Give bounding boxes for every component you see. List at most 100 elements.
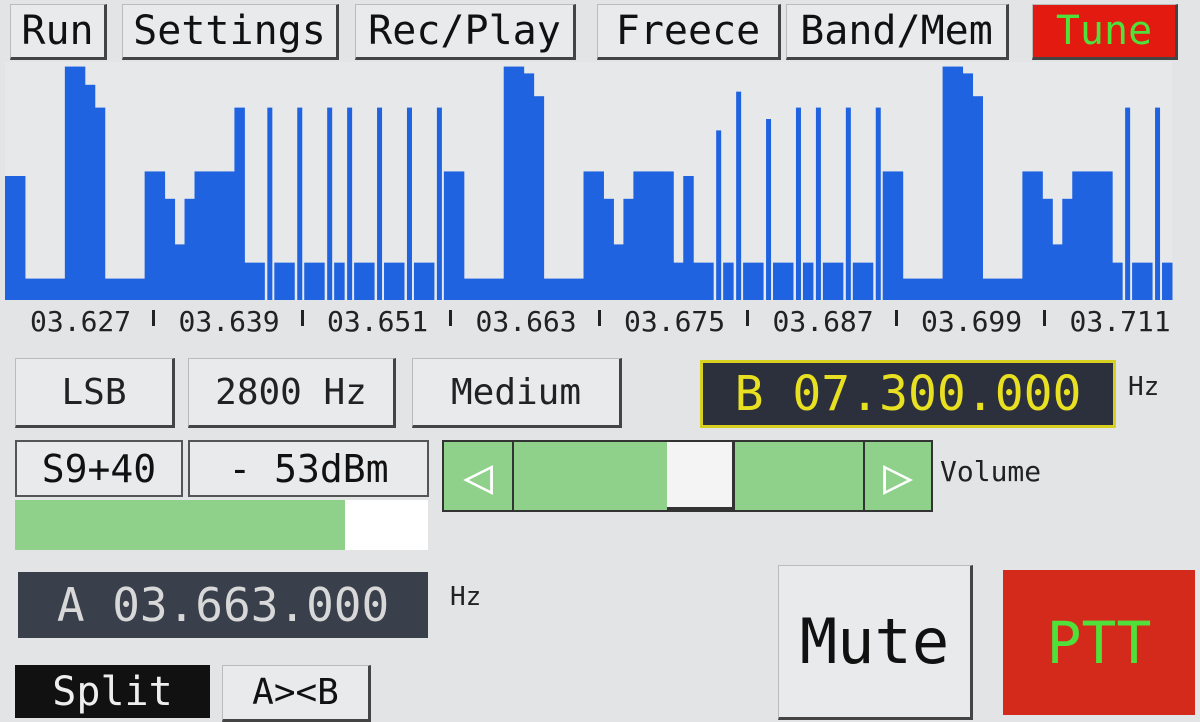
- spectrum-bin: [683, 176, 694, 300]
- spectrum-bin: [882, 171, 894, 300]
- spectrum-bin: [543, 278, 555, 300]
- spectrum-bin: [54, 278, 66, 300]
- spectrum-bin: [693, 262, 704, 300]
- spectrum-bin: [1062, 198, 1073, 300]
- spectrum-bin: [24, 278, 36, 300]
- spectrum-bin: [573, 278, 585, 300]
- spectrum-bin: [1002, 278, 1013, 300]
- spectrum-bin: [912, 278, 924, 300]
- spectrum-bin: [832, 262, 844, 300]
- spectrum-bin: [802, 262, 814, 300]
- signal-meter-bar: [15, 500, 428, 550]
- signal-meter-fill: [15, 500, 346, 550]
- frequency-label: 03.687: [772, 305, 874, 338]
- volume-slider[interactable]: ◁ ▷: [442, 440, 933, 512]
- freece-button[interactable]: Freece: [597, 4, 781, 60]
- spectrum-bin: [1072, 171, 1083, 300]
- spectrum-bin: [783, 262, 794, 300]
- bandwidth-button[interactable]: 2800 Hz: [188, 358, 396, 428]
- split-button[interactable]: Split: [15, 665, 210, 718]
- spectrum-bin: [952, 66, 964, 300]
- spectrum-bin: [144, 171, 156, 300]
- volume-right-arrow-icon[interactable]: ▷: [863, 442, 931, 510]
- frequency-tick: [597, 310, 601, 326]
- spectrum-bin: [523, 73, 535, 301]
- spectrum-bin: [1142, 262, 1153, 300]
- spectrum-bin: [1132, 262, 1143, 300]
- spectrum-bin: [104, 278, 116, 300]
- spectrum-bin: [423, 262, 435, 300]
- spectrum-bin: [1102, 171, 1113, 300]
- spectrum-bin: [347, 107, 353, 300]
- band-mem-button[interactable]: Band/Mem: [786, 4, 1009, 60]
- spectrum-bin: [942, 66, 954, 300]
- spectrum-bin: [766, 119, 772, 300]
- spectrum-bin: [154, 171, 166, 300]
- spectrum-bin: [1125, 107, 1131, 300]
- spectrum-bin: [284, 262, 295, 300]
- spectrum-display[interactable]: [0, 62, 1200, 302]
- volume-slider-thumb[interactable]: [667, 442, 736, 510]
- spectrum-bin: [892, 171, 904, 300]
- spectrum-bin: [962, 73, 974, 301]
- spectrum-bin: [795, 107, 801, 300]
- volume-left-arrow-icon[interactable]: ◁: [444, 442, 514, 510]
- vfo-b-display[interactable]: B 07.300.000: [700, 360, 1116, 428]
- agc-button[interactable]: Medium: [412, 358, 622, 428]
- swap-ab-button[interactable]: A><B: [222, 665, 371, 722]
- spectrum-bin: [34, 278, 46, 300]
- spectrum-bin: [553, 278, 565, 300]
- run-button[interactable]: Run: [10, 4, 107, 60]
- frequency-label: 03.627: [30, 305, 132, 338]
- spectrum-bin: [274, 262, 285, 300]
- tune-button[interactable]: Tune: [1032, 4, 1178, 60]
- spectrum-bin: [74, 66, 86, 300]
- spectrum-bin: [862, 262, 874, 300]
- frequency-label: 03.699: [921, 305, 1023, 338]
- spectrum-bin: [503, 66, 515, 300]
- frequency-label: 03.639: [178, 305, 280, 338]
- spectrum-bin: [716, 130, 722, 300]
- spectrum-bin: [643, 171, 654, 300]
- spectrum-bin: [1052, 244, 1063, 300]
- mode-button[interactable]: LSB: [15, 358, 175, 428]
- spectrum-bin: [653, 171, 664, 300]
- spectrum-bin: [703, 262, 714, 300]
- spectrum-bin: [1082, 171, 1093, 300]
- spectrum-bin: [463, 278, 475, 300]
- spectrum-bin: [663, 171, 674, 300]
- spectrum-bin: [14, 176, 26, 300]
- spectrum-bin: [304, 262, 315, 300]
- spectrum-bin: [184, 198, 196, 300]
- frequency-label: 03.651: [327, 305, 429, 338]
- vfo-a-display[interactable]: A 03.663.000: [18, 572, 428, 638]
- frequency-tick: [152, 310, 155, 326]
- mute-button[interactable]: Mute: [778, 565, 973, 720]
- spectrum-bin: [327, 107, 333, 300]
- spectrum-bin: [64, 66, 76, 300]
- spectrum-bin: [204, 171, 215, 300]
- spectrum-bin: [633, 171, 644, 300]
- rec-play-button[interactable]: Rec/Play: [355, 4, 576, 60]
- spectrum-bin: [922, 278, 934, 300]
- spectrum-bin: [214, 171, 225, 300]
- spectrum-bin: [1012, 278, 1023, 300]
- spectrum-bin: [1155, 107, 1161, 300]
- spectrum-bin: [613, 244, 624, 300]
- spectrum-bin: [845, 107, 851, 300]
- spectrum-bin: [164, 198, 176, 300]
- spectrum-bin: [443, 171, 455, 300]
- spectrum-bin: [394, 262, 405, 300]
- spectrum-bin: [94, 107, 106, 300]
- spectrum-bin: [244, 262, 255, 300]
- spectrum-bin: [623, 198, 634, 300]
- spectrum-bin: [234, 107, 245, 300]
- vfo-a-unit: Hz: [450, 582, 482, 612]
- spectrum-bin: [815, 107, 821, 300]
- spectrum-bin: [493, 278, 505, 300]
- frequency-tick: [1043, 310, 1046, 326]
- ptt-button[interactable]: PTT: [1003, 570, 1195, 715]
- settings-button[interactable]: Settings: [122, 4, 339, 60]
- frequency-tick: [300, 310, 304, 326]
- spectrum-bin: [822, 262, 834, 300]
